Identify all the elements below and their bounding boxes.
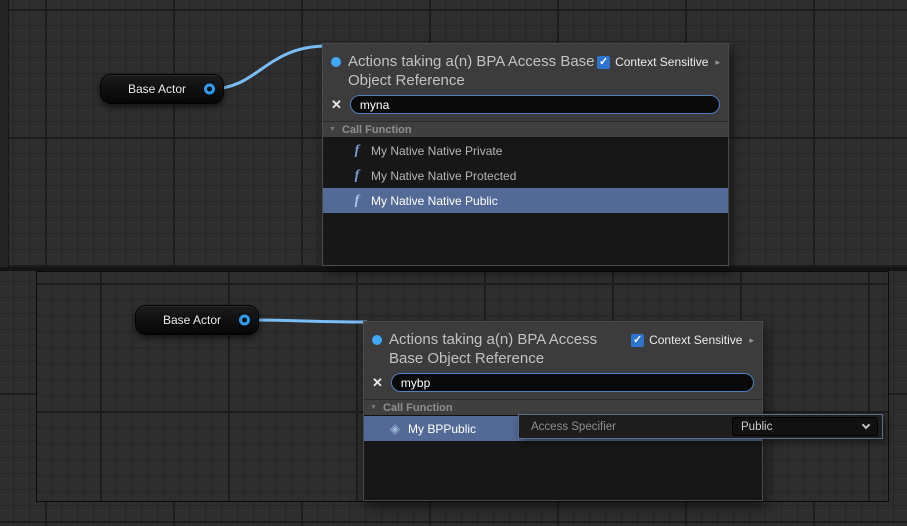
checkbox-checked-icon[interactable]: ✓ [631,334,644,347]
menu-header: Actions taking a(n) BPA Access Base Obje… [323,44,728,92]
base-actor-node-top[interactable]: Base Actor [100,74,224,104]
dropdown-value: Public [741,421,772,433]
search-row: ✕ [364,370,762,399]
list-item[interactable]: f My Native Native Protected [323,163,728,188]
action-list: f My Native Native Private f My Native N… [323,138,728,265]
object-pin-icon [331,57,341,67]
screenshot-left-edge [0,0,9,268]
check-icon: ✓ [599,56,608,68]
function-icon: f [352,168,362,184]
search-input[interactable] [391,373,754,392]
collapse-icon: ▼ [370,404,377,411]
object-pin-icon [372,335,382,345]
object-output-pin[interactable] [239,315,250,326]
blueprint-function-icon: ◈ [388,421,402,437]
object-output-pin[interactable] [204,84,215,95]
node-title: Base Actor [128,82,196,96]
menu-title: Actions taking a(n) BPA Access Base Obje… [348,52,596,90]
access-specifier-dropdown[interactable]: Public [732,417,878,436]
category-header[interactable]: ▼ Call Function [323,121,728,138]
context-sensitive-toggle[interactable]: ✓ Context Sensitive ▸ [597,55,720,69]
menu-title: Actions taking a(n) BPA Access Base Obje… [389,330,631,368]
collapse-icon: ▼ [329,126,336,133]
menu-header: Actions taking a(n) BPA Access Base Obje… [364,322,762,370]
check-icon: ✓ [633,334,642,346]
search-row: ✕ [323,92,728,121]
expand-arrow-icon[interactable]: ▸ [715,57,720,68]
blueprint-editor: Base Actor Base Actor Actions taking a(n… [0,0,907,526]
access-specifier-label: Access Specifier [519,421,732,433]
context-menu-bottom: Actions taking a(n) BPA Access Base Obje… [363,321,763,501]
item-label: My Native Native Protected [371,169,516,183]
category-label: Call Function [383,402,453,414]
clear-search-icon[interactable]: ✕ [372,376,383,389]
clear-search-icon[interactable]: ✕ [331,98,342,111]
function-icon: f [352,193,362,209]
base-actor-node-bottom[interactable]: Base Actor [135,305,259,335]
list-item[interactable]: f My Native Native Private [323,138,728,163]
category-label: Call Function [342,124,412,136]
function-icon: f [352,143,362,159]
item-label: My BPPublic [408,422,476,436]
search-input[interactable] [350,95,720,114]
chevron-down-icon [862,421,870,429]
item-label: My Native Native Private [371,144,502,158]
expand-arrow-icon[interactable]: ▸ [749,335,754,346]
context-sensitive-toggle[interactable]: ✓ Context Sensitive ▸ [631,333,754,347]
list-item-selected[interactable]: f My Native Native Public [323,188,728,213]
action-detail-tooltip: Access Specifier Public [518,414,883,439]
context-sensitive-label: Context Sensitive [649,333,742,347]
context-menu-top: Actions taking a(n) BPA Access Base Obje… [322,43,729,266]
item-label: My Native Native Public [371,194,498,208]
node-title: Base Actor [163,313,231,327]
checkbox-checked-icon[interactable]: ✓ [597,56,610,69]
context-sensitive-label: Context Sensitive [615,55,708,69]
